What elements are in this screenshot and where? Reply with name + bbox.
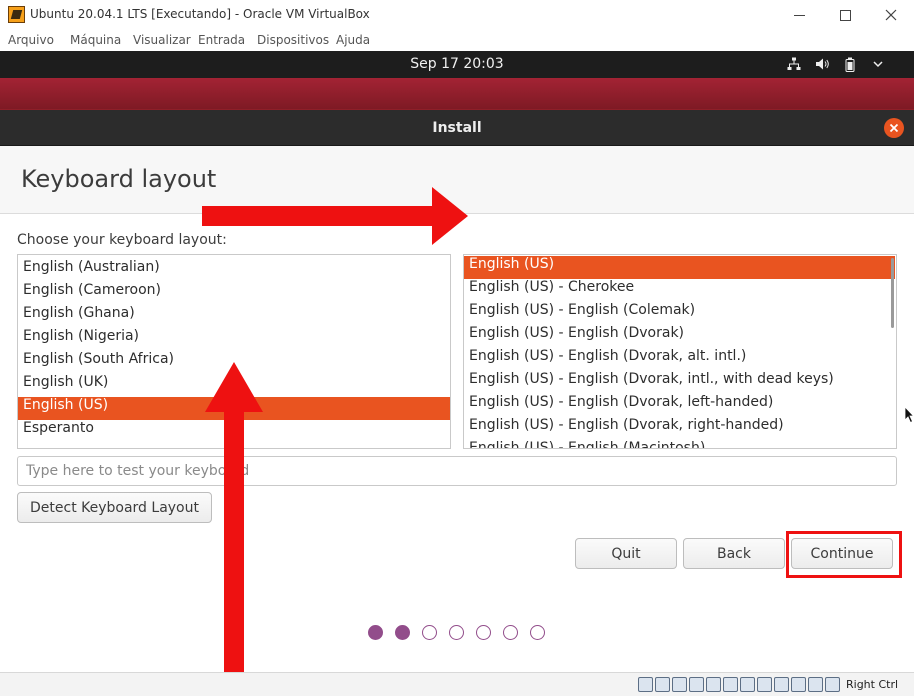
variant-item-colemak[interactable]: English (US) - English (Colemak) <box>464 302 895 325</box>
progress-dot-completed <box>368 625 383 640</box>
status-icons <box>638 677 840 692</box>
installer-titlebar: Install <box>0 110 914 146</box>
menu-arquivo[interactable]: Arquivo <box>8 33 54 47</box>
maximize-button[interactable] <box>822 0 868 30</box>
close-icon <box>889 123 899 133</box>
menu-entrada[interactable]: Entrada <box>198 33 245 47</box>
progress-dot-pending <box>476 625 491 640</box>
optical-icon[interactable] <box>655 677 670 692</box>
maximize-icon <box>839 9 851 21</box>
layout-item-english-ghana[interactable]: English (Ghana) <box>18 305 450 328</box>
variant-item-macintosh[interactable]: English (US) - English (Macintosh) <box>464 440 895 448</box>
variant-item-dvorak[interactable]: English (US) - English (Dvorak) <box>464 325 895 348</box>
volume-icon <box>814 56 830 72</box>
clock[interactable]: Sep 17 20:03 <box>0 56 914 72</box>
layout-item-english-nigeria[interactable]: English (Nigeria) <box>18 328 450 351</box>
variant-item-dvorak-intl-dead-keys[interactable]: English (US) - English (Dvorak, intl., w… <box>464 371 895 394</box>
installer-title: Install <box>432 120 482 136</box>
vbox-statusbar: Right Ctrl <box>0 672 914 696</box>
desktop-wallpaper <box>0 78 914 109</box>
progress-dot-completed <box>395 625 410 640</box>
variant-list-scrollbar[interactable] <box>891 258 894 328</box>
variant-item-dvorak-right-handed[interactable]: English (US) - English (Dvorak, right-ha… <box>464 417 895 440</box>
guest-screen: Sep 17 20:03 Install Keyboard layout Cho… <box>0 51 914 672</box>
step-progress-indicator <box>368 625 545 640</box>
menu-dispositivos[interactable]: Dispositivos <box>257 33 329 47</box>
variant-item-dvorak-left-handed[interactable]: English (US) - English (Dvorak, left-han… <box>464 394 895 417</box>
window-title: Ubuntu 20.04.1 LTS [Executando] - Oracle… <box>30 7 370 21</box>
vbox-titlebar: Ubuntu 20.04.1 LTS [Executando] - Oracle… <box>0 0 914 30</box>
battery-icon <box>842 56 858 72</box>
back-button[interactable]: Back <box>683 538 785 569</box>
keyboard-variant-list[interactable]: English (US) English (US) - Cherokee Eng… <box>463 254 897 449</box>
menu-visualizar[interactable]: Visualizar <box>133 33 191 47</box>
variant-item-english-us-selected[interactable]: English (US) <box>464 256 895 279</box>
variant-item-cherokee[interactable]: English (US) - Cherokee <box>464 279 895 302</box>
annotation-arrow-right <box>202 187 468 245</box>
cpu-icon[interactable] <box>791 677 806 692</box>
minimize-button[interactable] <box>776 0 822 30</box>
screen-icon[interactable] <box>740 677 755 692</box>
hdd-icon[interactable] <box>638 677 653 692</box>
progress-dot-pending <box>422 625 437 640</box>
arrow-down-icon[interactable] <box>825 677 840 692</box>
monitor-icon[interactable] <box>757 677 772 692</box>
video-capture-icon[interactable] <box>774 677 789 692</box>
vbox-menubar: Arquivo Máquina Visualizar Entrada Dispo… <box>0 30 914 51</box>
quit-button[interactable]: Quit <box>575 538 677 569</box>
variant-item-dvorak-alt-intl[interactable]: English (US) - English (Dvorak, alt. int… <box>464 348 895 371</box>
list-item-partial <box>18 255 450 256</box>
annotation-arrow-up <box>205 362 263 675</box>
progress-dot-pending <box>503 625 518 640</box>
usb-icon[interactable] <box>672 677 687 692</box>
close-icon <box>885 9 897 21</box>
virtualbox-app-icon <box>8 6 25 23</box>
detect-keyboard-layout-button[interactable]: Detect Keyboard Layout <box>17 492 212 523</box>
gnome-topbar: Sep 17 20:03 <box>0 51 914 78</box>
minimize-icon <box>793 14 805 16</box>
shared-folder-icon[interactable] <box>706 677 721 692</box>
menu-maquina[interactable]: Máquina <box>70 33 121 47</box>
keyboard-test-input[interactable] <box>17 456 897 486</box>
network-icon[interactable] <box>689 677 704 692</box>
layout-item-english-cameroon[interactable]: English (Cameroon) <box>18 282 450 305</box>
installer-close-button[interactable] <box>884 118 904 138</box>
network-icon <box>786 56 802 72</box>
display-icon[interactable] <box>723 677 738 692</box>
progress-dot-pending <box>530 625 545 640</box>
mouse-integration-icon[interactable] <box>808 677 823 692</box>
mouse-cursor-icon <box>904 406 914 424</box>
page-title: Keyboard layout <box>21 165 217 193</box>
host-key-label: Right Ctrl <box>846 678 899 691</box>
progress-dot-pending <box>449 625 464 640</box>
close-window-button[interactable] <box>868 0 914 30</box>
choose-layout-label: Choose your keyboard layout: <box>17 232 227 248</box>
layout-item-english-australian[interactable]: English (Australian) <box>18 259 450 282</box>
menu-ajuda[interactable]: Ajuda <box>336 33 370 47</box>
system-tray[interactable] <box>786 56 886 72</box>
continue-highlight-box <box>786 531 902 578</box>
chevron-down-icon <box>870 56 886 72</box>
